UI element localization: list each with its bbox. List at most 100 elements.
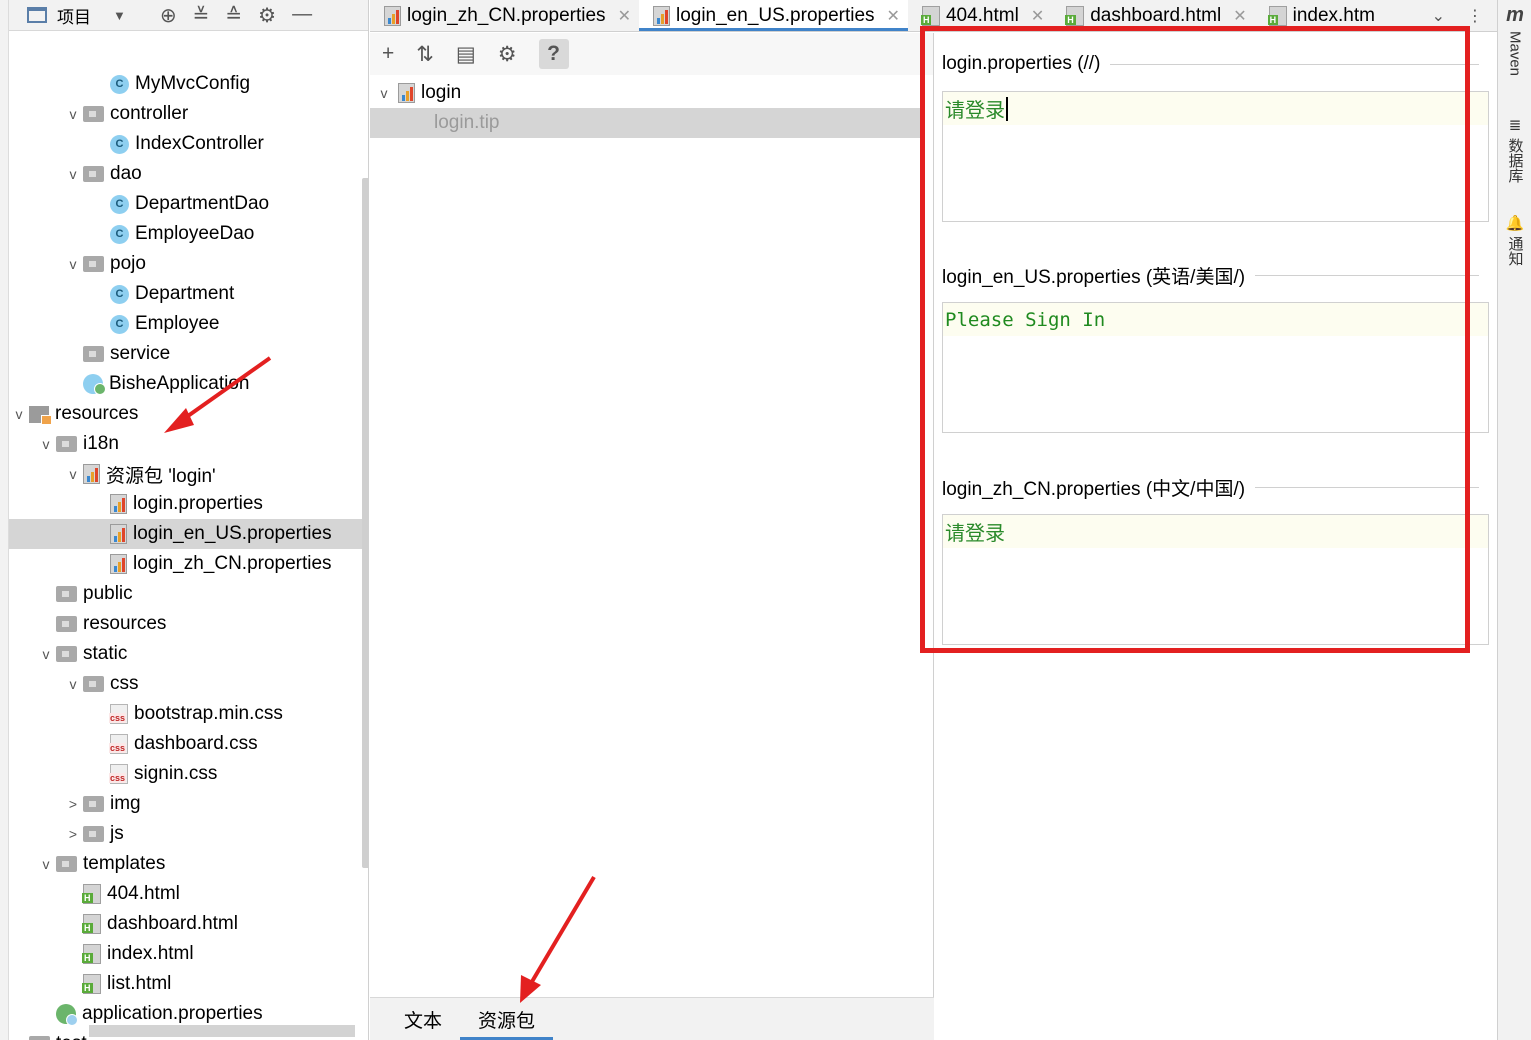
chevron-down-icon[interactable]: v <box>63 466 83 482</box>
value-line[interactable]: 请登录 <box>943 515 1488 548</box>
html-file-icon: H <box>920 5 940 26</box>
chevron-down-icon[interactable]: v <box>370 85 398 101</box>
right-tool-strip: m Maven ≣ 数据库 🔔 通知 <box>1497 0 1531 1040</box>
chevron-down-icon[interactable]: ▼ <box>113 8 126 23</box>
tree-item[interactable]: v dao <box>9 159 367 189</box>
chevron-down-icon[interactable]: v <box>36 856 56 872</box>
chevron-down-icon[interactable]: v <box>36 436 56 452</box>
tree-item[interactable]: v 资源包 'login' <box>9 459 367 489</box>
project-panel-title[interactable]: 项目 <box>57 3 91 28</box>
tree-item[interactable]: v templates <box>9 849 367 879</box>
chevron-down-icon[interactable]: v <box>63 106 83 122</box>
hide-icon[interactable]: — <box>292 3 312 28</box>
tree-item[interactable]: login_zh_CN.properties <box>9 549 367 579</box>
tree-item[interactable]: resources <box>9 609 367 639</box>
database-tool-button[interactable]: ≣ 数据库 <box>1498 116 1531 183</box>
chevron-down-icon[interactable]: ⌄ <box>1432 6 1445 26</box>
vertical-scrollbar[interactable] <box>362 178 368 868</box>
tree-item[interactable]: service <box>9 339 367 369</box>
locale-section-title: login.properties (//) <box>942 53 1101 74</box>
project-panel: 项目 ▼ ⊕ ≚ ≙ ⚙ — C MyMvcConfig v controller C I… <box>9 0 369 1040</box>
tree-item[interactable]: v pojo <box>9 249 367 279</box>
tree-item[interactable]: v i18n <box>9 429 367 459</box>
tree-item[interactable]: v css <box>9 669 367 699</box>
spring-boot-class-icon <box>83 374 106 395</box>
close-icon[interactable]: ✕ <box>1031 6 1044 26</box>
tree-item[interactable]: Hlist.html <box>9 969 367 999</box>
folder-icon <box>56 616 77 632</box>
tree-item[interactable]: public <box>9 579 367 609</box>
tree-item[interactable]: BisheApplication <box>9 369 367 399</box>
more-options-icon[interactable]: ⋮ <box>1467 6 1483 26</box>
tree-item[interactable]: C IndexController <box>9 129 367 159</box>
properties-file-icon <box>110 524 127 544</box>
editor-tab[interactable]: Hindex.htm <box>1255 0 1383 31</box>
editor-tab[interactable]: login_zh_CN.properties ✕ <box>370 0 639 31</box>
chevron-down-icon[interactable]: v <box>63 166 83 182</box>
value-line[interactable]: 请登录 <box>943 92 1488 125</box>
tree-item[interactable]: C Department <box>9 279 367 309</box>
chevron-right-icon[interactable]: > <box>63 796 83 812</box>
tree-item[interactable]: v controller <box>9 99 367 129</box>
tree-item-label: templates <box>83 853 166 874</box>
tree-item-label: list.html <box>107 973 172 994</box>
class-icon: C <box>110 224 129 244</box>
tree-item[interactable]: v static <box>9 639 367 669</box>
close-icon[interactable]: ✕ <box>1233 6 1246 26</box>
maven-tool-button[interactable]: m Maven <box>1498 4 1531 76</box>
value-editor[interactable]: 请登录 <box>942 514 1489 645</box>
tree-item[interactable]: v resources <box>9 399 367 429</box>
tab-resource-bundle[interactable]: 资源包 <box>460 998 554 1040</box>
css-file-icon: css <box>109 704 128 724</box>
chevron-down-icon[interactable]: v <box>63 676 83 692</box>
notifications-tool-button[interactable]: 🔔 通知 <box>1498 214 1531 266</box>
bundle-root-row[interactable]: v login <box>370 78 920 108</box>
tree-item[interactable]: css signin.css <box>9 759 367 789</box>
value-line[interactable]: Please Sign In <box>943 303 1488 336</box>
editor-tab[interactable]: login_en_US.properties ✕ <box>638 0 908 31</box>
tree-item[interactable]: login_en_US.properties <box>9 519 367 549</box>
bell-icon: 🔔 <box>1505 215 1525 232</box>
tab-text[interactable]: 文本 <box>386 998 460 1040</box>
close-icon[interactable]: ✕ <box>618 6 631 26</box>
expand-all-icon[interactable]: ≚ <box>193 3 210 28</box>
close-icon[interactable]: ✕ <box>887 6 900 26</box>
tree-item[interactable]: css bootstrap.min.css <box>9 699 367 729</box>
value-text: Please Sign In <box>945 308 1106 331</box>
bundle-value-editor: login.properties (//) 请登录 login_en_US.prop… <box>935 33 1497 1040</box>
value-editor[interactable]: Please Sign In <box>942 302 1489 433</box>
tree-item[interactable]: Hindex.html <box>9 939 367 969</box>
chevron-right-icon[interactable]: > <box>63 826 83 842</box>
group-icon[interactable]: ▤ <box>456 42 476 67</box>
class-icon: C <box>110 134 129 154</box>
collapse-all-icon[interactable]: ≙ <box>225 3 242 28</box>
tree-item[interactable]: > img <box>9 789 367 819</box>
chevron-down-icon[interactable]: v <box>36 646 56 662</box>
add-icon[interactable]: + <box>382 42 394 66</box>
value-editor[interactable]: 请登录 <box>942 91 1489 222</box>
chevron-down-icon[interactable]: v <box>9 406 29 422</box>
gear-icon[interactable]: ⚙ <box>498 42 517 67</box>
tree-item[interactable]: C Employee <box>9 309 367 339</box>
editor-tab[interactable]: H 404.html ✕ <box>908 0 1052 31</box>
tree-item[interactable]: > js <box>9 819 367 849</box>
bundle-locale-section: login.properties (//) 请登录 <box>942 49 1489 222</box>
help-icon[interactable]: ? <box>538 39 569 69</box>
tree-item[interactable]: login.properties <box>9 489 367 519</box>
sort-alpha-icon[interactable]: ⇅ <box>416 42 434 67</box>
tree-item[interactable]: C DepartmentDao <box>9 189 367 219</box>
tree-item[interactable]: Hdashboard.html <box>9 909 367 939</box>
tree-item[interactable]: C MyMvcConfig <box>9 69 367 99</box>
database-label: 数据库 <box>1506 138 1524 183</box>
tree-item[interactable]: css dashboard.css <box>9 729 367 759</box>
gear-icon[interactable]: ⚙ <box>258 3 276 28</box>
chevron-down-icon[interactable]: v <box>63 256 83 272</box>
horizontal-scrollbar[interactable] <box>89 1025 355 1037</box>
tree-item[interactable]: H 404.html <box>9 879 367 909</box>
editor-tab[interactable]: Hdashboard.html ✕ <box>1052 0 1254 31</box>
tree-item[interactable]: C EmployeeDao <box>9 219 367 249</box>
locate-icon[interactable]: ⊕ <box>160 3 177 28</box>
folder-icon <box>83 826 104 842</box>
tree-item-label: controller <box>110 103 189 124</box>
bundle-key-row[interactable]: login.tip <box>370 108 920 138</box>
